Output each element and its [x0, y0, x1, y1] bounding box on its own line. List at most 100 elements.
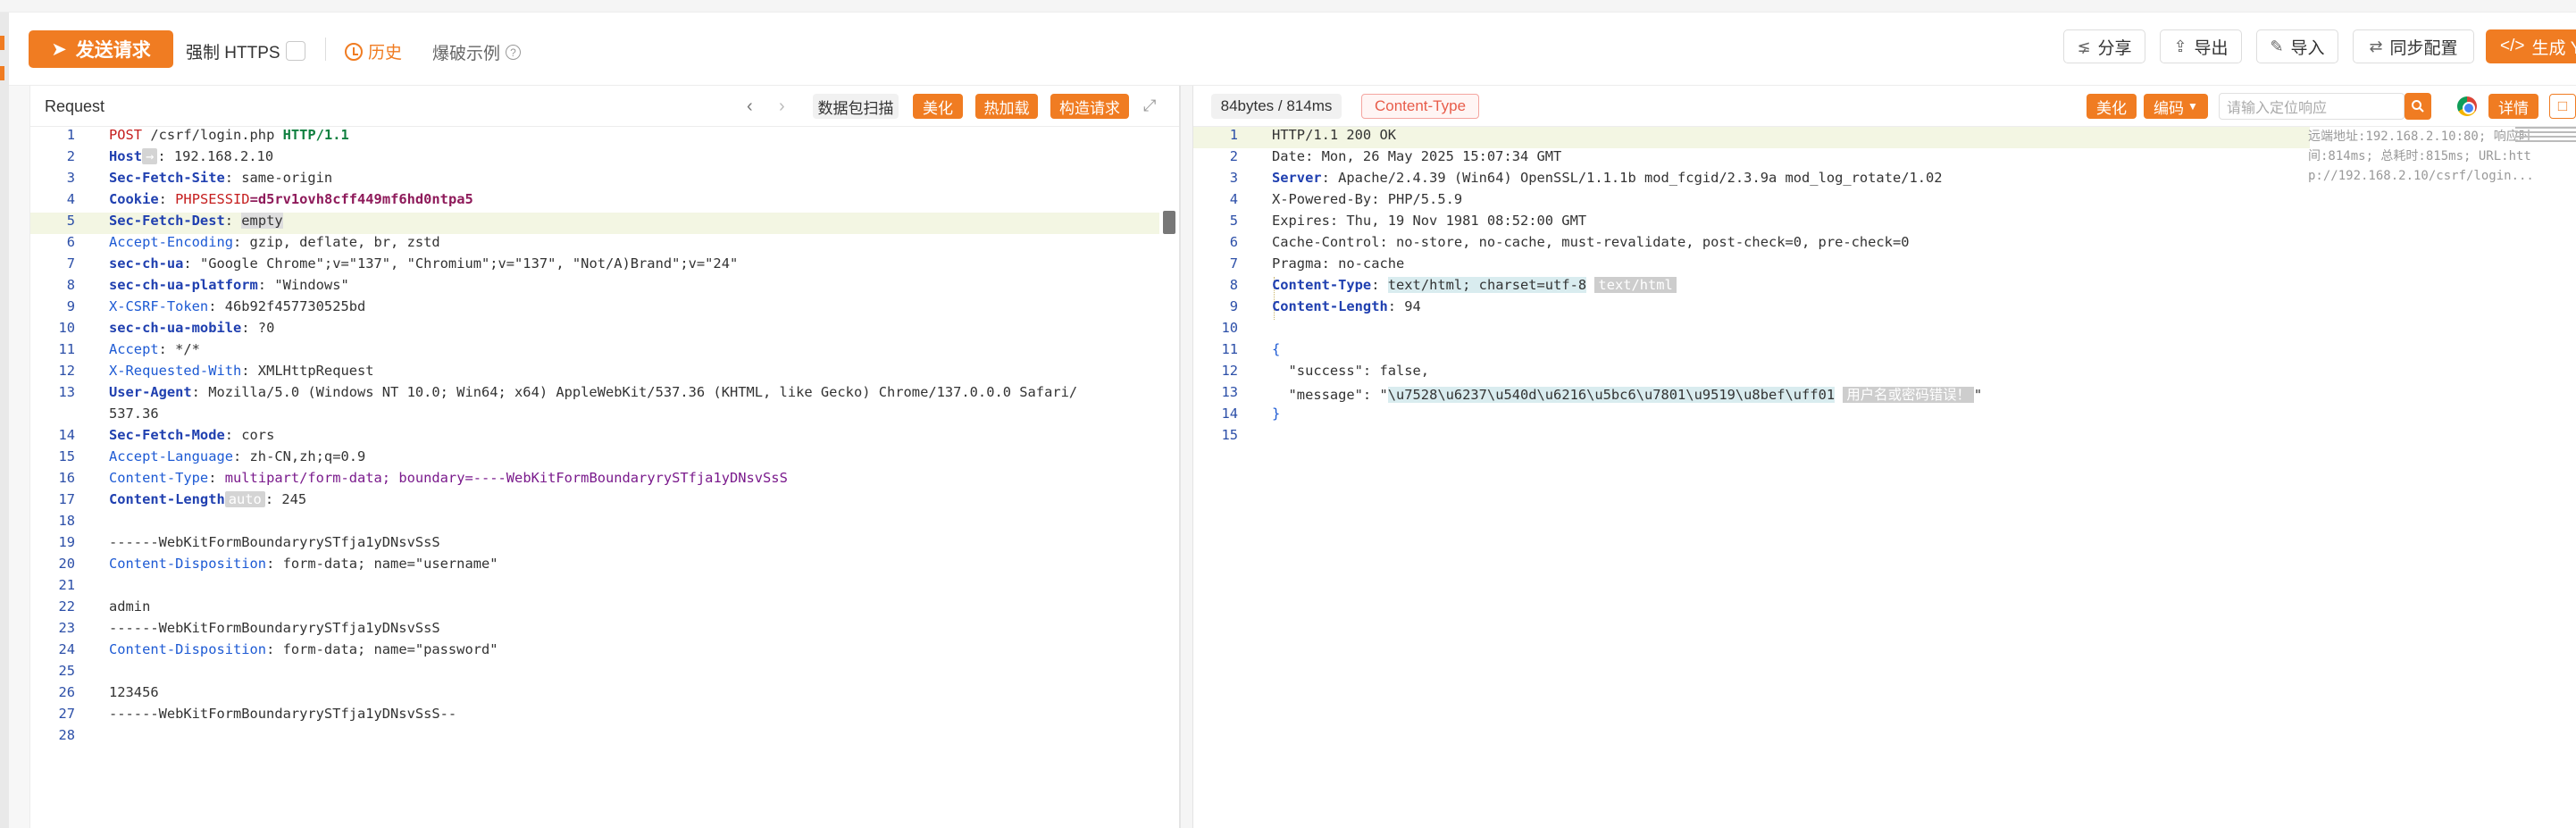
expand-icon[interactable]: ⤢ [1143, 96, 1156, 115]
line-number: 23 [58, 620, 75, 636]
code-line: Accept: */* [109, 341, 200, 357]
code-token: ------WebKitFormBoundaryrySTfja1yDNsvSsS [109, 620, 440, 636]
code-token: 537.36 [109, 406, 159, 422]
code-token: sec-ch-ua-mobile [109, 320, 242, 336]
line-number: 27 [58, 706, 75, 722]
search-icon[interactable] [2405, 93, 2431, 120]
construct-request-button[interactable]: 构造请求 [1050, 94, 1129, 119]
force-https-checkbox[interactable] [286, 41, 305, 61]
line-number: 10 [58, 320, 75, 336]
history-label: 历史 [368, 44, 403, 63]
help-icon: ? [506, 45, 522, 60]
code-line: Expires: Thu, 19 Nov 1981 08:52:00 GMT [1272, 213, 1586, 229]
editor-minimap[interactable] [2515, 127, 2576, 154]
sync-config-button[interactable]: ⇄ 同步配置 [2353, 29, 2474, 63]
code-token: Cache-Control: no-store, no-cache, must-… [1272, 234, 1910, 250]
code-line: Content-Length: 94 [1272, 298, 1421, 314]
response-info: 远端地址:192.168.2.10:80; 响应时 间:814ms; 总耗时:8… [2308, 127, 2534, 186]
code-token: } [1272, 406, 1281, 422]
code-token: X-Requested-With [109, 363, 242, 379]
hotload-button[interactable]: 热加载 [975, 94, 1038, 119]
line-number: 6 [66, 234, 75, 250]
line-number: 14 [1221, 406, 1238, 422]
blast-example-label: 爆破示例 [432, 45, 501, 63]
chrome-icon[interactable] [2457, 96, 2477, 116]
code-token: 用户名或密码错误！ [1843, 387, 1974, 403]
encoding-label: 编码 [2154, 99, 2185, 117]
line-number: 16 [58, 470, 75, 486]
export-button[interactable]: ⇪ 导出 [2160, 29, 2242, 63]
line-number: 11 [58, 341, 75, 357]
code-token: : [1371, 277, 1388, 293]
code-token: Accept-Language [109, 448, 233, 464]
line-number: 9 [66, 298, 75, 314]
response-beautify-button[interactable]: 美化 [2087, 94, 2137, 119]
comment-icon[interactable]: □ [2549, 94, 2576, 119]
request-panel-header: Request ‹ › 数据包扫描 美化 热加载 构造请求 ⤢ [30, 86, 1179, 127]
code-token: Host [109, 148, 143, 164]
sync-icon: ⇄ [2369, 37, 2383, 55]
line-number: 17 [58, 491, 75, 507]
code-token: Pragma: no-cache [1272, 255, 1405, 272]
code-line: User-Agent: Mozilla/5.0 (Windows NT 10.0… [109, 384, 1077, 400]
code-token: sec-ch-ua-platform [109, 277, 258, 293]
detail-button[interactable]: 详情 [2488, 94, 2538, 119]
send-request-button[interactable]: ➤ 发送请求 [29, 30, 173, 68]
panel-splitter[interactable] [1180, 86, 1193, 828]
import-icon: ✎ [2270, 37, 2284, 55]
prev-arrow-icon[interactable]: ‹ [747, 96, 753, 117]
code-line: } [1272, 406, 1280, 422]
beautify-button[interactable]: 美化 [913, 94, 963, 119]
blast-example-link[interactable]: 爆破示例 ? [432, 40, 522, 64]
code-line: sec-ch-ua-mobile: ?0 [109, 320, 274, 336]
code-line: Server: Apache/2.4.39 (Win64) OpenSSL/1.… [1272, 170, 1943, 186]
encoding-dropdown[interactable]: 编码 ▼ [2144, 94, 2208, 119]
code-token: Cookie [109, 191, 159, 207]
line-number: 6 [1229, 234, 1238, 250]
info-line-3: p://192.168.2.10/csrf/login... [2308, 169, 2534, 183]
line-number: 8 [1229, 277, 1238, 293]
line-number: 18 [58, 513, 75, 529]
code-token: : 94 [1387, 298, 1421, 314]
line-number: 28 [58, 727, 75, 743]
code-line: HTTP/1.1 200 OK [1272, 127, 1396, 143]
line-number: 2 [66, 148, 75, 164]
request-editor[interactable]: 1 POST /csrf/login.php HTTP/1.1 2 Host →: 19… [30, 127, 1179, 828]
response-editor[interactable]: 远端地址:192.168.2.10:80; 响应时 间:814ms; 总耗时:8… [1193, 127, 2576, 828]
generate-yaml-button[interactable]: </> 生成 Yar [2486, 29, 2576, 63]
line-number: 4 [66, 191, 75, 207]
code-token: \u7528\u6237\u540d\u6216\u5bc6\u7801\u95… [1387, 387, 1836, 403]
line-number: 12 [58, 363, 75, 379]
response-search-input[interactable]: 请输入定位响应 [2219, 93, 2405, 120]
code-line: Cookie: PHPSESSID=d5rv1ovh8cff449mf6hd0n… [109, 191, 473, 207]
code-line: X-Requested-With: XMLHttpRequest [109, 363, 374, 379]
packet-scan-button[interactable]: 数据包扫描 [813, 94, 899, 119]
code-line: sec-ch-ua-platform: "Windows" [109, 277, 349, 293]
code-line: 537.36 [109, 406, 159, 422]
line-number: 21 [58, 577, 75, 593]
code-token: : [208, 470, 225, 486]
code-line: Cache-Control: no-store, no-cache, must-… [1272, 234, 1909, 250]
next-arrow-icon[interactable]: › [779, 96, 785, 117]
response-panel-header: 84bytes / 814ms Content-Type 美化 编码 ▼ 请输入… [1193, 86, 2576, 127]
code-token: : ?0 [241, 320, 275, 336]
code-line: X-Powered-By: PHP/5.5.9 [1272, 191, 1462, 207]
code-token: User-Agent [109, 384, 192, 400]
history-button[interactable]: 历史 [345, 39, 402, 63]
share-button[interactable]: ⪇ 分享 [2063, 29, 2145, 63]
code-token: Content-Type [1272, 277, 1372, 293]
editor-scrollbar[interactable] [1163, 211, 1175, 234]
line-number: 11 [1221, 341, 1238, 357]
code-token: empty [241, 213, 283, 229]
code-line: Content-Length auto: 245 [109, 491, 306, 507]
code-line: sec-ch-ua: "Google Chrome";v="137", "Chr… [109, 255, 738, 272]
window-top-strip [0, 0, 2576, 13]
code-line: "message": "\u7528\u6237\u540d\u6216\u5b… [1272, 384, 1982, 404]
line-number: 9 [1229, 298, 1238, 314]
line-number: 25 [58, 663, 75, 679]
line-number: 5 [1229, 213, 1238, 229]
import-button[interactable]: ✎ 导入 [2256, 29, 2338, 63]
code-token: admin [109, 598, 151, 615]
code-line: Host →: 192.168.2.10 [109, 148, 273, 164]
send-icon: ➤ [51, 38, 67, 60]
